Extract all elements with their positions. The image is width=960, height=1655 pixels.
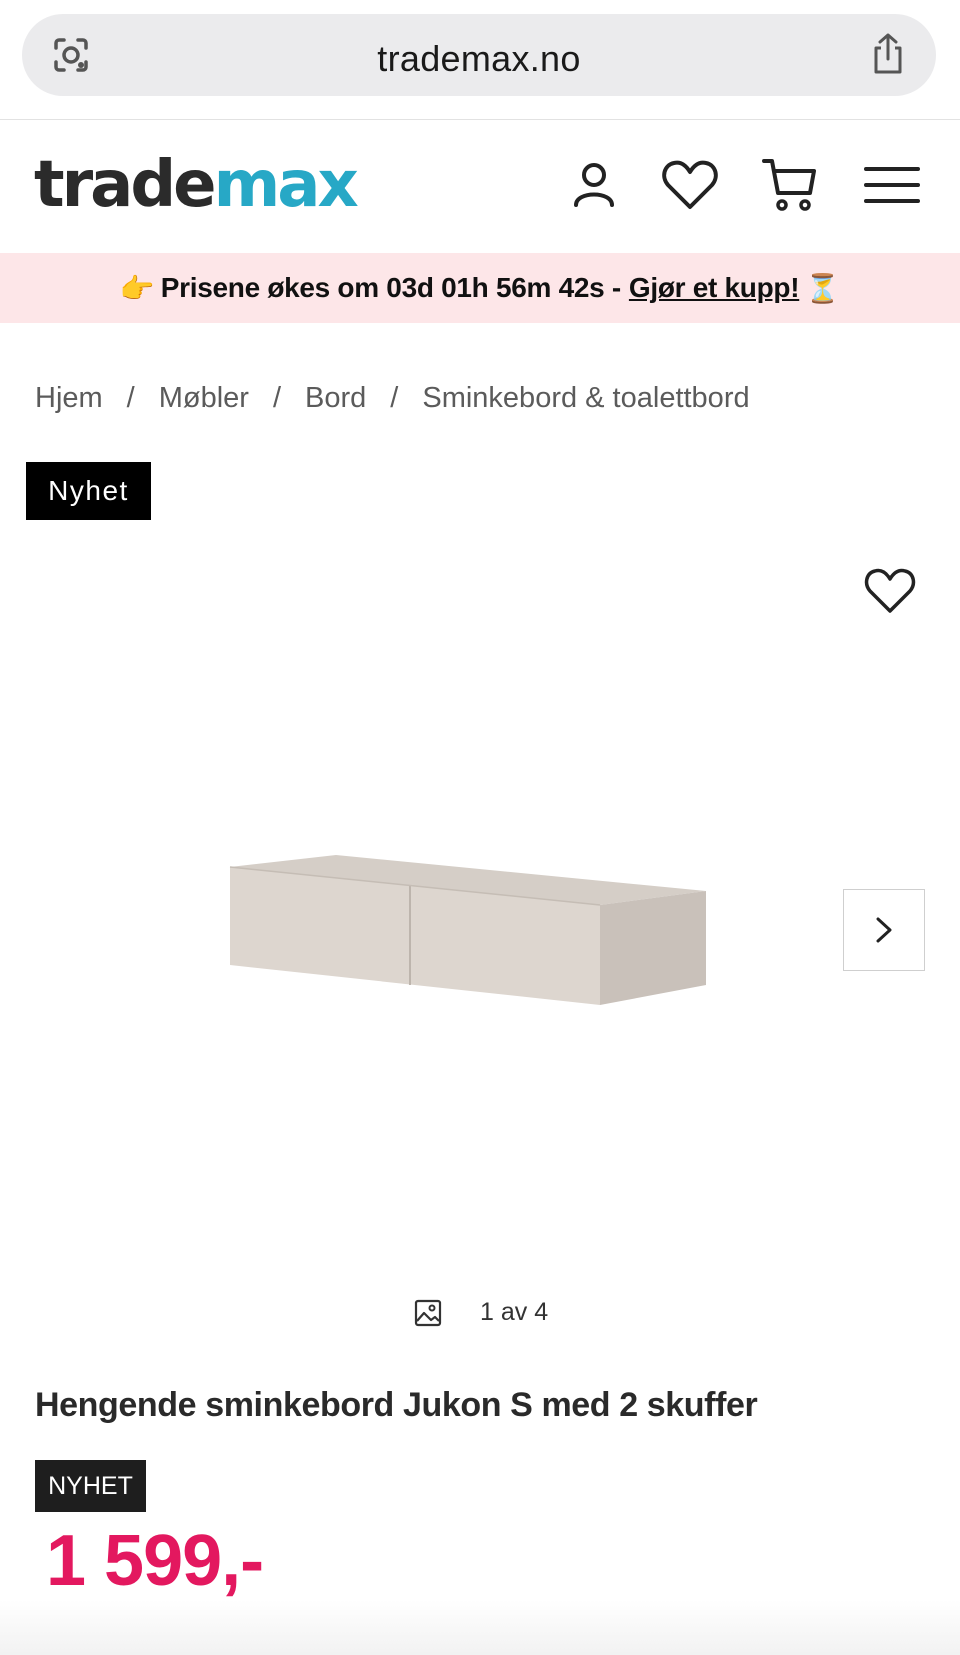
breadcrumb-item-sminkebord[interactable]: Sminkebord & toalettbord bbox=[422, 382, 749, 415]
product-price: 1 599,- bbox=[46, 1521, 264, 1601]
share-icon[interactable] bbox=[868, 32, 908, 76]
trademax-logo[interactable]: trademax bbox=[34, 147, 359, 223]
image-counter-text: 1 av 4 bbox=[480, 1298, 549, 1326]
logo-trade: trade bbox=[34, 148, 217, 222]
cart-icon[interactable] bbox=[760, 155, 820, 215]
gallery-next-button[interactable] bbox=[843, 889, 925, 971]
logo-max: max bbox=[213, 148, 359, 222]
site-header: trademax bbox=[0, 121, 960, 253]
breadcrumb-separator: / bbox=[272, 382, 282, 414]
product-title: Hengende sminkebord Jukon S med 2 skuffe… bbox=[35, 1386, 758, 1424]
promo-banner: 👉 Prisene økes om 03d 01h 56m 42s - Gjør… bbox=[0, 253, 960, 323]
pointing-hand-icon: 👉 bbox=[119, 272, 155, 304]
image-counter: 1 av 4 bbox=[414, 1298, 548, 1327]
address-bar[interactable]: trademax.no bbox=[22, 14, 936, 96]
breadcrumb-separator: / bbox=[390, 382, 399, 414]
account-icon[interactable] bbox=[564, 155, 624, 215]
url-text[interactable]: trademax.no bbox=[22, 38, 936, 80]
breadcrumb: Hjem / Møbler / Bord / Sminkebord & toal… bbox=[35, 382, 750, 415]
breadcrumb-separator: / bbox=[126, 382, 135, 414]
breadcrumb-item-bord[interactable]: Bord bbox=[305, 382, 366, 415]
hourglass-icon: ⏳ bbox=[805, 272, 841, 304]
heart-icon[interactable] bbox=[658, 155, 722, 215]
breadcrumb-item-mobler[interactable]: Møbler bbox=[159, 382, 249, 415]
menu-icon[interactable] bbox=[862, 155, 922, 215]
promo-countdown-text: Prisene økes om 03d 01h 56m 42s - bbox=[160, 272, 621, 303]
bottom-shade bbox=[0, 1600, 960, 1655]
chevron-right-icon bbox=[876, 917, 892, 943]
breadcrumb-item-hjem[interactable]: Hjem bbox=[35, 382, 103, 415]
browser-bar: trademax.no bbox=[0, 0, 960, 120]
product-image[interactable] bbox=[220, 845, 720, 1015]
promo-link[interactable]: Gjør et kupp! bbox=[629, 272, 800, 304]
wishlist-heart-icon[interactable] bbox=[862, 564, 918, 616]
gallery-icon bbox=[414, 1299, 442, 1326]
new-label: NYHET bbox=[35, 1460, 146, 1512]
new-badge: Nyhet bbox=[26, 462, 151, 520]
